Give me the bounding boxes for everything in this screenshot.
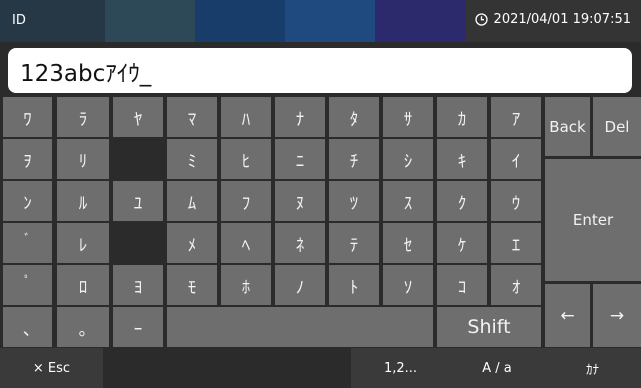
key-i[interactable]: ｲ (491, 139, 541, 179)
datetime-text: 2021/04/01 19:07:51 (493, 12, 631, 27)
delete-button[interactable]: Del (593, 97, 641, 156)
key-fu[interactable]: ﾌ (221, 181, 271, 221)
key-ke[interactable]: ｹ (437, 223, 487, 263)
key-ya[interactable]: ﾔ (113, 97, 163, 137)
space-key[interactable] (167, 307, 433, 347)
clock-icon (474, 13, 488, 26)
key-ma[interactable]: ﾏ (167, 97, 217, 137)
key-ra[interactable]: ﾗ (57, 97, 109, 137)
back-button[interactable]: Back (545, 97, 590, 156)
key-shi[interactable]: ｼ (383, 139, 433, 179)
key-ho[interactable]: ﾎ (221, 265, 271, 305)
key-ru[interactable]: ﾙ (57, 181, 109, 221)
key-ha[interactable]: ﾊ (221, 97, 271, 137)
key-a[interactable]: ｱ (491, 97, 541, 137)
key-so[interactable]: ｿ (383, 265, 433, 305)
key-mu[interactable]: ﾑ (167, 181, 217, 221)
numbers-mode-button[interactable]: 1,2... (351, 348, 450, 388)
cursor-left-button[interactable]: ← (545, 284, 590, 347)
key-ko[interactable]: ｺ (437, 265, 487, 305)
key-na[interactable]: ﾅ (275, 97, 325, 137)
text-input[interactable]: 123abcｱｲｳ_ (8, 48, 632, 93)
title-bar-segment (105, 0, 195, 42)
key-tsu[interactable]: ﾂ (329, 181, 379, 221)
key-mo[interactable]: ﾓ (167, 265, 217, 305)
key-yo[interactable]: ﾖ (113, 265, 163, 305)
key-o[interactable]: ｵ (491, 265, 541, 305)
key-ro[interactable]: ﾛ (57, 265, 109, 305)
key-ta[interactable]: ﾀ (329, 97, 379, 137)
key-te[interactable]: ﾃ (329, 223, 379, 263)
key-hi[interactable]: ﾋ (221, 139, 271, 179)
text-input-value: 123abcｱｲｳ_ (20, 60, 152, 87)
escape-button[interactable]: × Esc (0, 348, 103, 388)
key-ka[interactable]: ｶ (437, 97, 487, 137)
cursor-right-button[interactable]: → (593, 284, 641, 347)
key-sa[interactable]: ｻ (383, 97, 433, 137)
key-handakuten[interactable]: ﾟ (3, 265, 52, 305)
key-ni[interactable]: ﾆ (275, 139, 325, 179)
key-se[interactable]: ｾ (383, 223, 433, 263)
key-long-vowel[interactable]: ｰ (113, 307, 163, 347)
bottom-bar-spacer (103, 348, 351, 388)
key-nu[interactable]: ﾇ (275, 181, 325, 221)
key-ne[interactable]: ﾈ (275, 223, 325, 263)
window-title: ID (12, 13, 26, 28)
title-bar-segment (195, 0, 285, 42)
key-n[interactable]: ﾝ (3, 181, 52, 221)
key-comma[interactable]: ､ (3, 307, 52, 347)
key-blank (113, 223, 163, 263)
key-to[interactable]: ﾄ (329, 265, 379, 305)
key-no[interactable]: ﾉ (275, 265, 325, 305)
key-u[interactable]: ｳ (491, 181, 541, 221)
title-bar-segment (375, 0, 465, 42)
key-ki[interactable]: ｷ (437, 139, 487, 179)
key-yu[interactable]: ﾕ (113, 181, 163, 221)
key-me[interactable]: ﾒ (167, 223, 217, 263)
datetime-display: 2021/04/01 19:07:51 (474, 12, 631, 27)
key-wo[interactable]: ｦ (3, 139, 52, 179)
key-blank (113, 139, 163, 179)
key-ri[interactable]: ﾘ (57, 139, 109, 179)
key-chi[interactable]: ﾁ (329, 139, 379, 179)
key-e[interactable]: ｴ (491, 223, 541, 263)
enter-button[interactable]: Enter (545, 159, 641, 281)
key-period[interactable]: ｡ (57, 307, 109, 347)
key-re[interactable]: ﾚ (57, 223, 109, 263)
key-wa[interactable]: ﾜ (3, 97, 52, 137)
key-ku[interactable]: ｸ (437, 181, 487, 221)
shift-key[interactable]: Shift (437, 307, 541, 347)
key-dakuten[interactable]: ﾞ (3, 223, 52, 263)
case-toggle-button[interactable]: A / a (450, 348, 544, 388)
key-su[interactable]: ｽ (383, 181, 433, 221)
key-he[interactable]: ﾍ (221, 223, 271, 263)
key-mi[interactable]: ﾐ (167, 139, 217, 179)
title-bar-segment (285, 0, 375, 42)
kana-mode-button[interactable]: ｶﾅ (544, 348, 641, 388)
bottom-bar: × Esc 1,2... A / a ｶﾅ (0, 348, 641, 388)
